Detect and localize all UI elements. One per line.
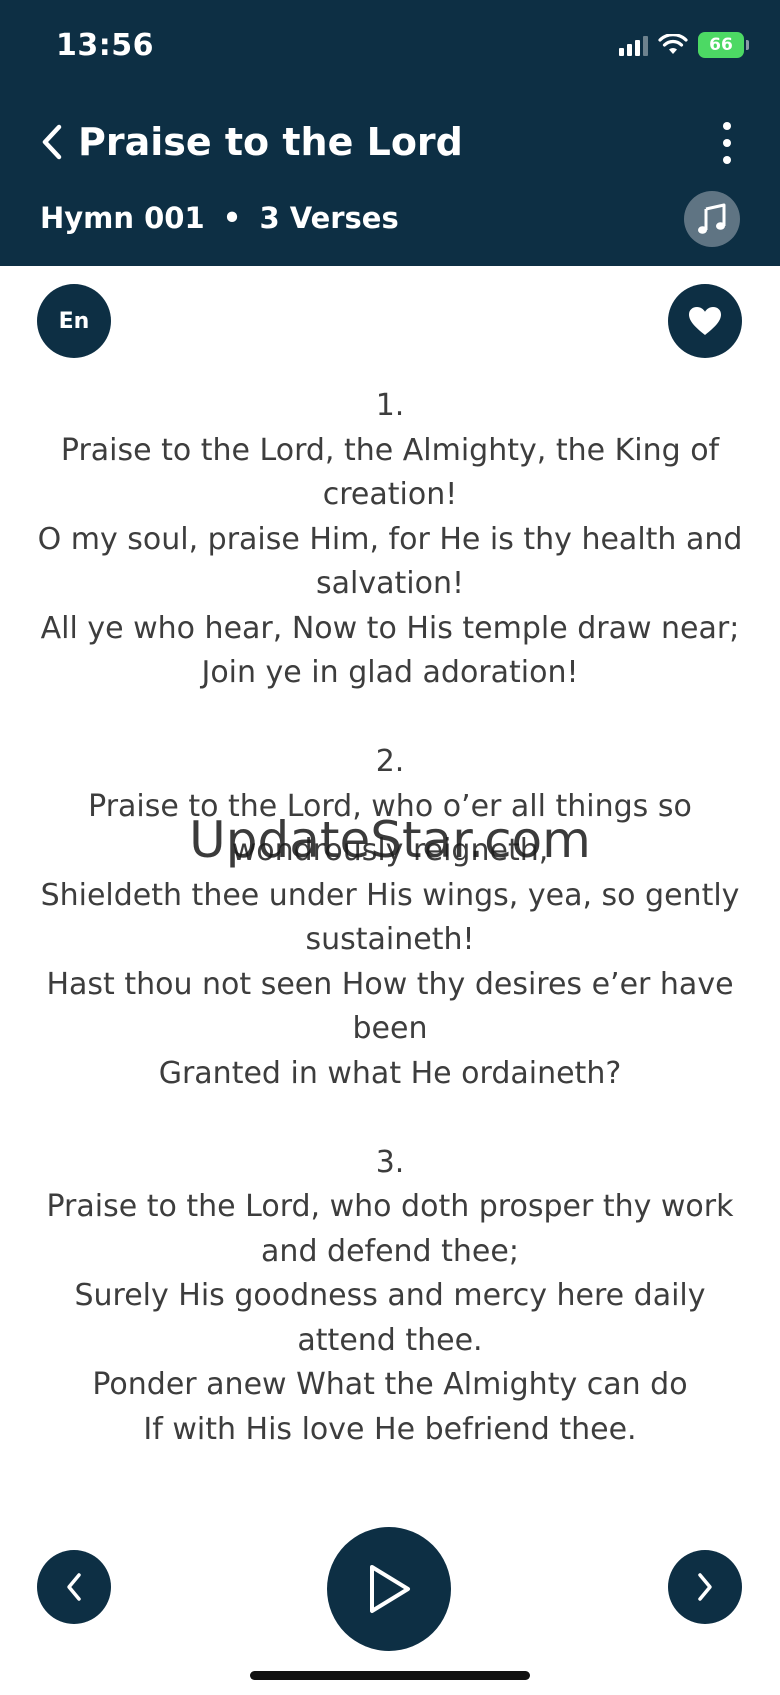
verse: 1. Praise to the Lord, the Almighty, the… <box>30 384 750 696</box>
language-button[interactable]: En <box>37 284 111 358</box>
verse-line: Ponder anew What the Almighty can do <box>92 1367 688 1402</box>
verse-count: 3 Verses <box>259 201 399 235</box>
app-header: 13:56 66 Praise to the Lord Hymn 001 • 3… <box>0 0 780 266</box>
verse-line: If with His love He befriend thee. <box>143 1411 637 1447</box>
chevron-right-icon <box>698 1573 712 1601</box>
heart-icon <box>689 307 721 335</box>
verse-number: 1. <box>375 388 405 423</box>
favorite-button[interactable] <box>668 284 742 358</box>
battery-icon: 66 <box>698 32 749 58</box>
music-note-icon <box>698 203 726 234</box>
verse-line: Hast thou not seen How thy desires e’er … <box>46 966 734 1047</box>
play-icon <box>370 1565 410 1613</box>
verse: 2. Praise to the Lord, who o’er all thin… <box>30 740 750 1096</box>
verse-line: Surely His goodness and mercy here daily… <box>74 1278 706 1358</box>
page-title: Praise to the Lord <box>78 120 463 164</box>
chevron-left-icon <box>67 1573 81 1601</box>
verse-line: Praise to the Lord, who o’er all things … <box>88 788 692 869</box>
subtitle-separator: • <box>222 201 242 235</box>
verse-line: Praise to the Lord, the Almighty, the Ki… <box>60 432 720 513</box>
verse-line: Join ye in glad adoration! <box>201 655 579 690</box>
hymn-number: Hymn 001 <box>40 201 205 235</box>
home-indicator <box>250 1671 530 1680</box>
verse: 3. Praise to the Lord, who doth prosper … <box>30 1141 750 1453</box>
back-button[interactable] <box>32 116 72 168</box>
battery-level: 66 <box>709 35 733 55</box>
verse-number: 3. <box>375 1144 405 1180</box>
previous-hymn-button[interactable] <box>37 1550 111 1624</box>
more-menu-button[interactable] <box>712 118 742 168</box>
status-time: 13:56 <box>56 28 154 63</box>
verse-number: 2. <box>375 744 405 779</box>
music-button[interactable] <box>684 191 740 247</box>
hymn-subtitle: Hymn 001 • 3 Verses <box>40 198 399 238</box>
verse-line: Granted in what He ordaineth? <box>158 1055 622 1091</box>
lyrics-container: 1. Praise to the Lord, the Almighty, the… <box>30 384 750 1497</box>
status-icons: 66 <box>619 32 749 58</box>
chevron-left-icon <box>42 124 62 160</box>
verse-line: Praise to the Lord, who doth prosper thy… <box>46 1189 734 1269</box>
next-hymn-button[interactable] <box>668 1550 742 1624</box>
verse-line: O my soul, praise Him, for He is thy hea… <box>37 521 743 602</box>
verse-line: Shieldeth thee under His wings, yea, so … <box>40 877 740 958</box>
wifi-icon <box>658 34 688 54</box>
signal-icon <box>619 34 648 56</box>
play-button[interactable] <box>327 1527 451 1651</box>
verse-line: All ye who hear, Now to His temple draw … <box>40 610 740 646</box>
more-vertical-icon <box>723 122 731 130</box>
